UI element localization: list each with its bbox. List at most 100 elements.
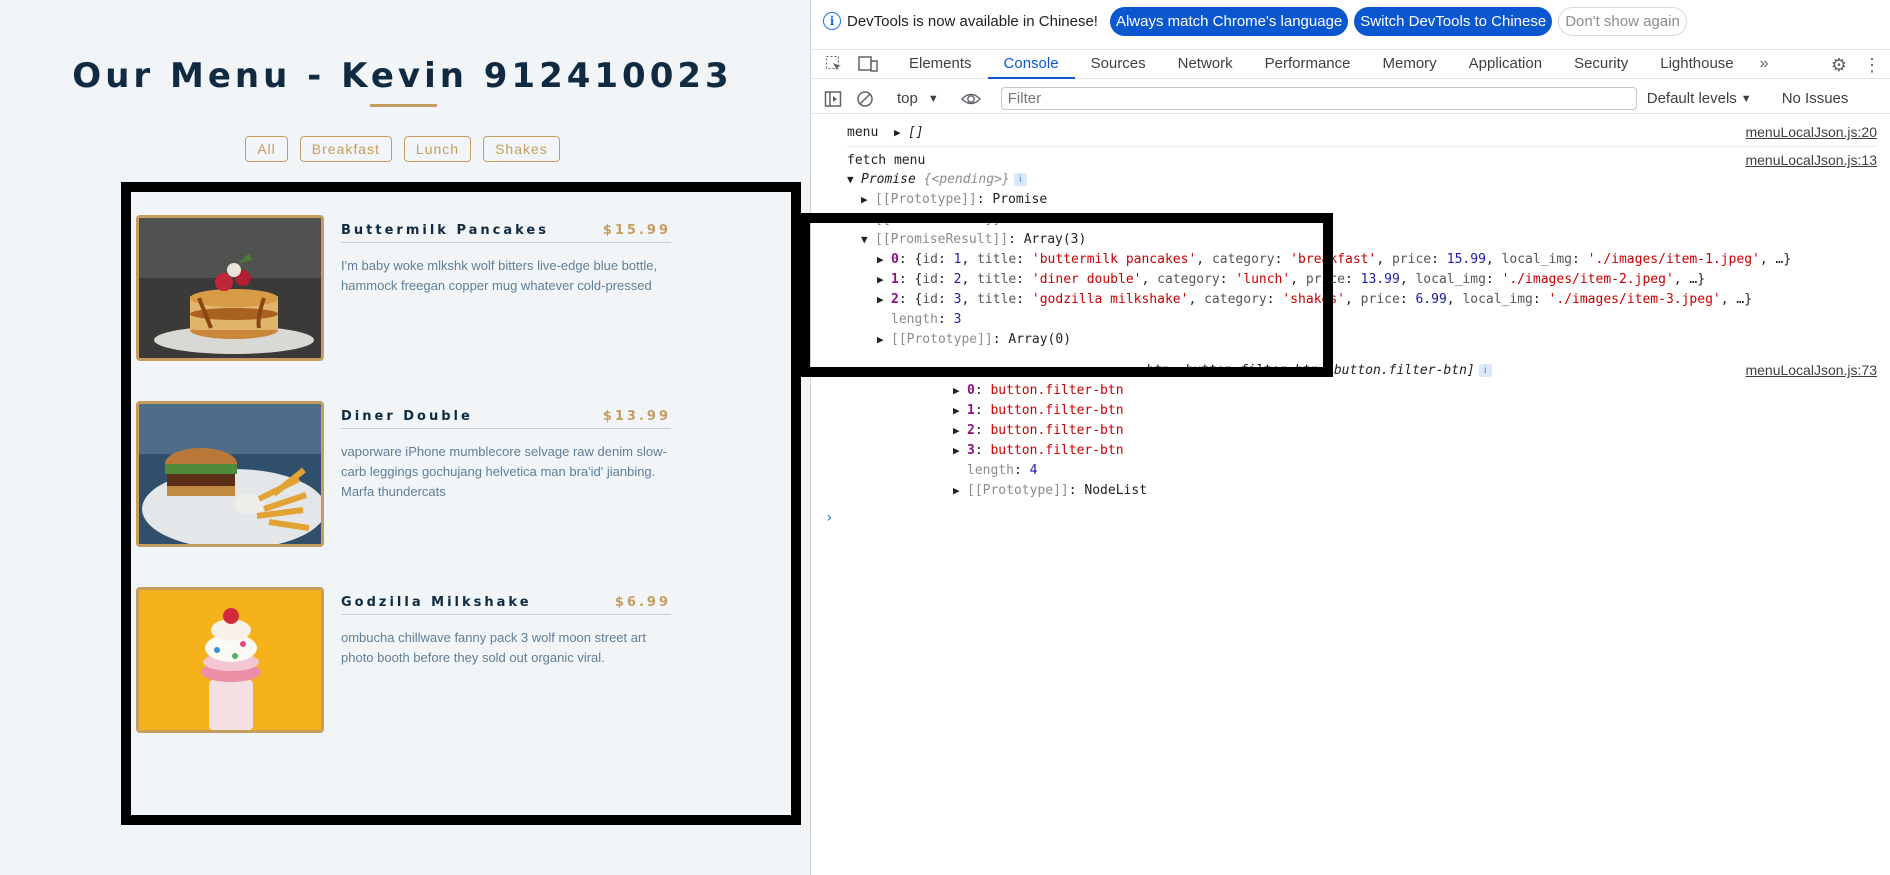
devtools-panel: i DevTools is now available in Chinese! … — [810, 0, 1890, 875]
menu-item: Diner Double $13.99 vaporware iPhone mum… — [136, 401, 671, 547]
tab-memory[interactable]: Memory — [1367, 49, 1453, 79]
expand-arrow-icon[interactable]: ▶ — [861, 191, 875, 209]
nodelist-prototype-row[interactable]: ▶ [[Prototype]]: NodeList — [953, 482, 1147, 500]
tab-sources[interactable]: Sources — [1075, 49, 1162, 79]
filter-lunch-button[interactable]: Lunch — [403, 136, 472, 162]
tab-security[interactable]: Security — [1558, 49, 1644, 79]
expand-arrow-icon[interactable]: ▶ — [877, 251, 891, 269]
nodelist-item-row[interactable]: ▶ 2: button.filter-btn — [953, 422, 1124, 440]
item-price: $15.99 — [602, 223, 671, 238]
nodelist-item-row[interactable]: ▶ 3: button.filter-btn — [953, 442, 1124, 460]
clear-console-icon[interactable] — [855, 89, 875, 109]
item-title: Diner Double — [341, 409, 473, 424]
expand-arrow-icon[interactable]: ▶ — [877, 271, 891, 289]
device-toolbar-icon[interactable] — [857, 53, 879, 75]
collapse-arrow-icon[interactable]: ▼ — [861, 231, 875, 249]
expand-arrow-icon[interactable]: ▶ — [953, 442, 967, 460]
menu-page: Our Menu - Kevin 912410023 All Breakfast… — [0, 0, 810, 875]
item-description: vaporware iPhone mumblecore selvage raw … — [341, 444, 667, 499]
expand-arrow-icon[interactable]: ▶ — [877, 291, 891, 309]
console-toolbar: top ▼ Default levels ▼ No Issues — [811, 84, 1890, 114]
switch-language-button[interactable]: Switch DevTools to Chinese — [1354, 6, 1553, 36]
item-header: Buttermilk Pancakes $15.99 — [341, 215, 671, 243]
chevron-down-icon: ▼ — [927, 92, 939, 105]
collapse-arrow-icon[interactable]: ▼ — [847, 171, 861, 189]
filter-breakfast-button[interactable]: Breakfast — [299, 136, 392, 162]
array-item-row[interactable]: ▶ 2: {id: 3, title: 'godzilla milkshake',… — [877, 291, 1752, 309]
promise-result-row[interactable]: ▼ [[PromiseResult]]: Array(3) — [861, 231, 1086, 249]
item-info: Diner Double $13.99 vaporware iPhone mum… — [341, 401, 671, 502]
console-filter-input[interactable] — [1000, 87, 1637, 110]
array-prototype-row[interactable]: ▶ [[Prototype]]: Array(0) — [877, 331, 1071, 349]
console-log-menu: menu ▶[] — [847, 124, 924, 142]
pancakes-photo — [136, 215, 324, 361]
log-levels-label: Default levels — [1646, 90, 1737, 107]
live-expression-eye-icon[interactable] — [960, 89, 981, 109]
nodelist-length-row: length: 4 — [967, 463, 1038, 478]
filter-all-button[interactable]: All — [245, 136, 288, 162]
context-value: top — [897, 90, 918, 107]
tab-console[interactable]: Console — [987, 49, 1075, 79]
expand-arrow-icon[interactable]: ▶ — [953, 422, 967, 440]
more-tabs-icon[interactable]: » — [1760, 55, 1769, 73]
milkshake-photo — [136, 587, 324, 733]
info-badge-icon[interactable]: i — [1013, 173, 1027, 186]
expand-arrow-icon[interactable]: ▶ — [877, 331, 891, 349]
item-title: Godzilla Milkshake — [341, 595, 532, 610]
console-prompt-icon[interactable]: › — [825, 510, 833, 526]
devtools-actions: ⚙ ⋮ — [1831, 50, 1881, 80]
source-link[interactable]: menuLocalJson.js:13 — [1745, 152, 1877, 168]
nodelist-item-row[interactable]: ▶ 0: button.filter-btn — [953, 382, 1124, 400]
array-length-row: length: 3 — [891, 312, 962, 327]
tab-network[interactable]: Network — [1162, 49, 1249, 79]
item-header: Godzilla Milkshake $6.99 — [341, 587, 671, 615]
menu-item: Godzilla Milkshake $6.99 ombucha chillwa… — [136, 587, 671, 733]
tab-performance[interactable]: Performance — [1249, 49, 1367, 79]
console-log-fetch: fetch menu — [847, 153, 926, 168]
infobar-text: DevTools is now available in Chinese! — [847, 12, 1098, 30]
expand-arrow-icon[interactable]: ▶ — [894, 124, 908, 142]
issues-counter[interactable]: No Issues — [1782, 90, 1849, 107]
item-title: Buttermilk Pancakes — [341, 223, 549, 238]
info-badge-icon[interactable]: i — [1478, 364, 1492, 377]
console-output: menu ▶[] menuLocalJson.js:20 fetch menu … — [811, 118, 1890, 875]
dont-show-again-button[interactable]: Don't show again — [1558, 6, 1687, 36]
page-title: Our Menu - Kevin 912410023 — [72, 56, 733, 96]
item-description: I'm baby woke mlkshk wolf bitters live-e… — [341, 258, 658, 293]
promise-prototype-row[interactable]: ▶ [[Prototype]]: Promise — [861, 191, 1047, 209]
title-underline — [370, 104, 437, 107]
expand-arrow-icon[interactable]: ▶ — [953, 382, 967, 400]
more-options-icon[interactable]: ⋮ — [1863, 55, 1881, 76]
settings-gear-icon[interactable]: ⚙ — [1831, 55, 1847, 76]
tab-application[interactable]: Application — [1453, 49, 1558, 79]
filter-shakes-button[interactable]: Shakes — [483, 136, 560, 162]
promise-row[interactable]: ▼ Promise {<pending>} i — [847, 171, 1027, 189]
nodelist-tail-text: btn, button.filter-btn, button.filter-bt… — [1146, 363, 1475, 378]
context-selector[interactable]: top ▼ — [897, 90, 939, 107]
expand-arrow-icon[interactable]: ▶ — [953, 402, 967, 420]
tab-elements[interactable]: Elements — [893, 49, 988, 79]
nodelist-item-row[interactable]: ▶ 1: button.filter-btn — [953, 402, 1124, 420]
menu-item: Buttermilk Pancakes $15.99 I'm baby woke… — [136, 215, 671, 361]
nodelist-summary[interactable]: btn, button.filter-btn, button.filter-bt… — [1146, 362, 1492, 380]
expand-arrow-icon[interactable]: ▶ — [953, 482, 967, 500]
item-price: $6.99 — [614, 595, 671, 610]
array-item-row[interactable]: ▶ 0: {id: 1, title: 'buttermilk pancakes'… — [877, 251, 1791, 269]
language-infobar: i DevTools is now available in Chinese! … — [811, 0, 1890, 42]
filter-bar: All Breakfast Lunch Shakes — [0, 136, 805, 162]
item-header: Diner Double $13.99 — [341, 401, 671, 429]
source-link[interactable]: menuLocalJson.js:73 — [1745, 362, 1877, 378]
info-icon: i — [823, 12, 841, 30]
devtools-tab-bar: Elements Console Sources Network Perform… — [811, 49, 1890, 79]
item-description: ombucha chillwave fanny pack 3 wolf moon… — [341, 630, 646, 665]
match-language-button[interactable]: Always match Chrome's language — [1109, 6, 1349, 36]
source-link[interactable]: menuLocalJson.js:20 — [1745, 124, 1877, 140]
inspect-element-icon[interactable] — [823, 53, 845, 75]
promise-state-row: [[PromiseState]]: "fulfilled" — [875, 212, 1102, 227]
array-item-row[interactable]: ▶ 1: {id: 2, title: 'diner double', categ… — [877, 271, 1705, 289]
item-price: $13.99 — [602, 409, 671, 424]
log-levels-dropdown[interactable]: Default levels ▼ — [1647, 90, 1752, 107]
sidebar-toggle-icon[interactable] — [823, 89, 843, 109]
burger-photo — [136, 401, 324, 547]
tab-lighthouse[interactable]: Lighthouse — [1644, 49, 1749, 79]
